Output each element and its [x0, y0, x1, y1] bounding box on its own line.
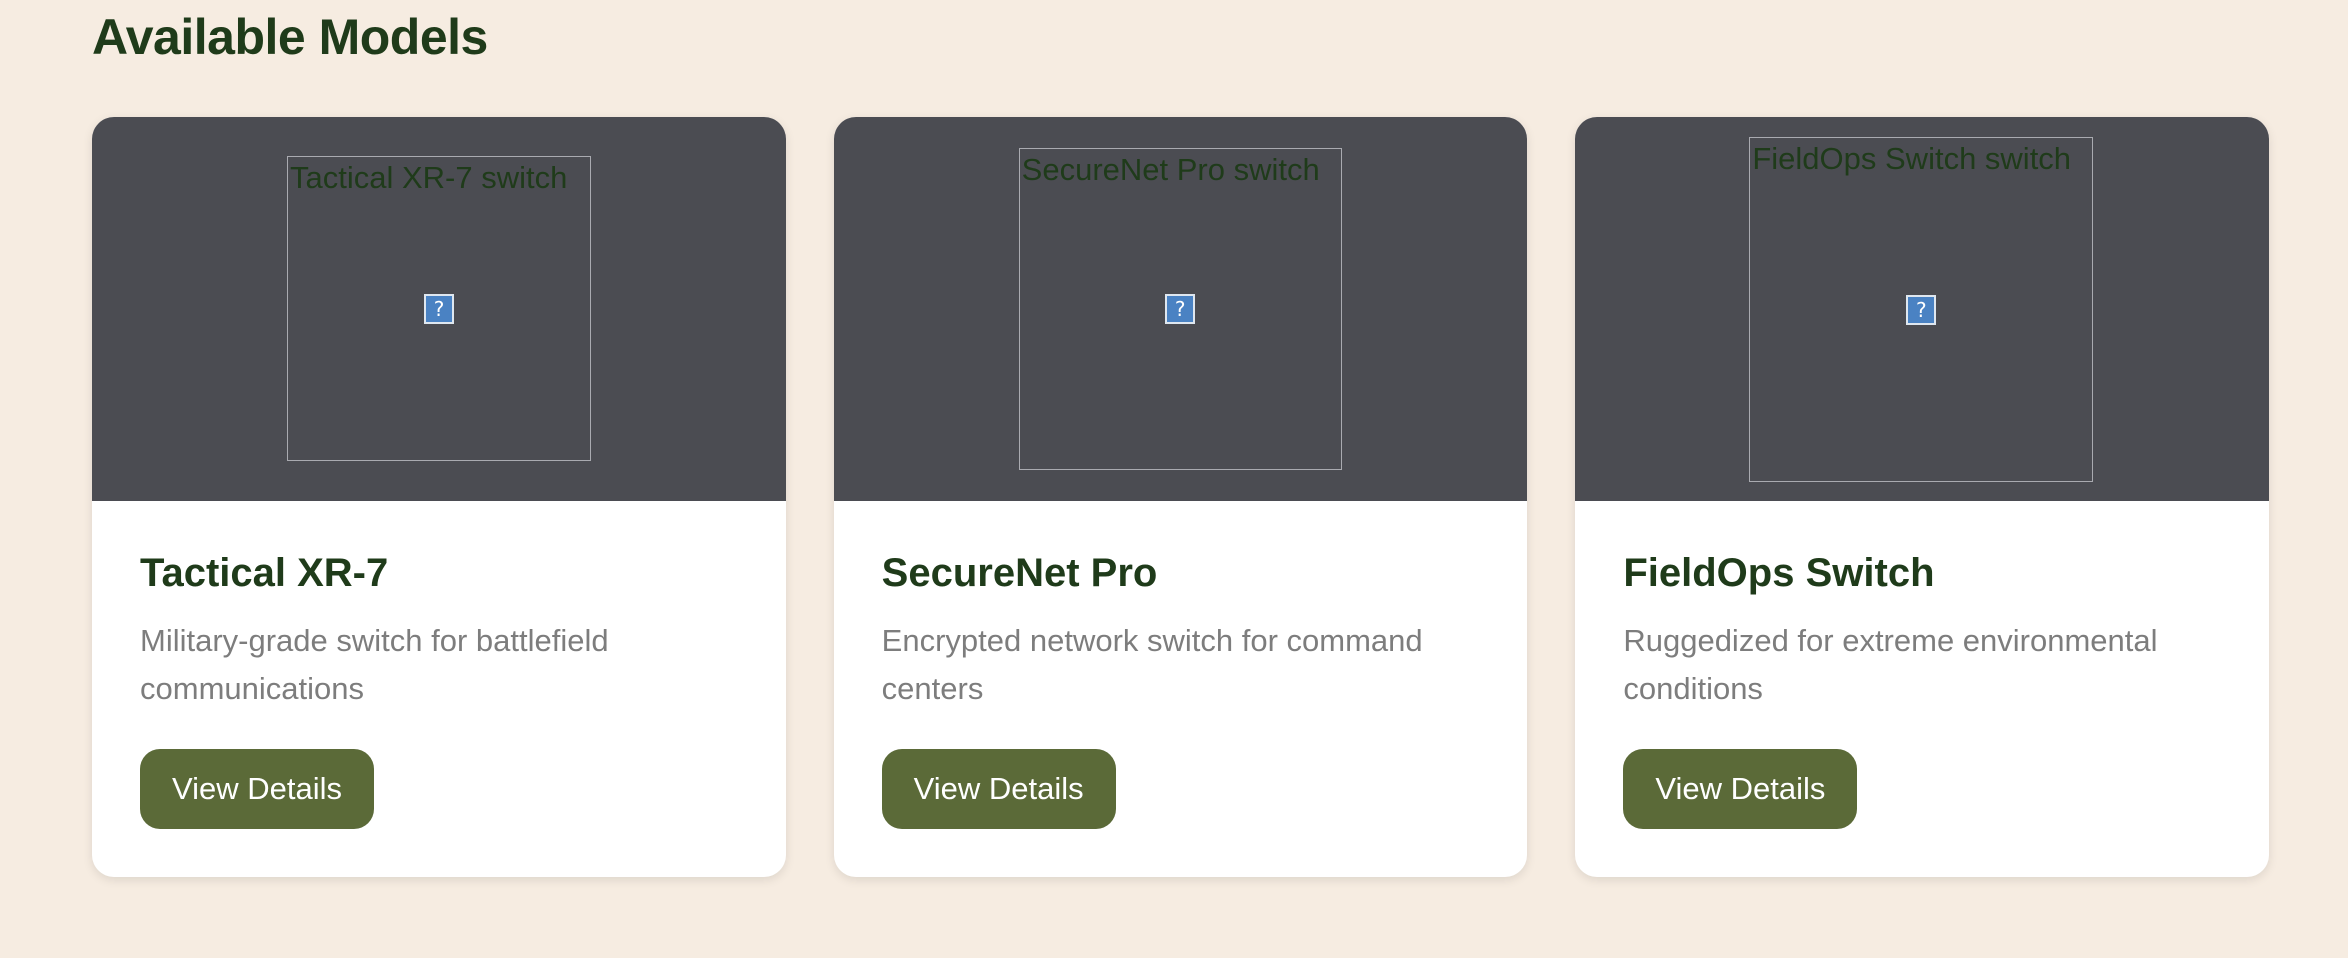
product-card: SecureNet Pro switch ? SecureNet Pro Enc…	[833, 117, 1528, 877]
product-image: Tactical XR-7 switch ?	[287, 156, 591, 461]
view-details-button[interactable]: View Details	[140, 749, 375, 829]
card-body: FieldOps Switch Ruggedized for extreme e…	[1575, 501, 2269, 829]
broken-image-icon: ?	[1906, 294, 1937, 325]
product-name: FieldOps Switch	[1623, 551, 1935, 595]
product-image: FieldOps Switch switch ?	[1749, 137, 2094, 482]
broken-image-icon: ?	[424, 293, 454, 324]
product-name: Tactical XR-7	[140, 551, 389, 595]
image-alt-text: Tactical XR-7 switch	[290, 160, 568, 195]
product-description: Encrypted network switch for command cen…	[881, 623, 1423, 706]
image-alt-text: SecureNet Pro switch	[1021, 152, 1320, 187]
product-grid: Tactical XR-7 switch ? Tactical XR-7 Mil…	[92, 117, 2270, 877]
product-image: SecureNet Pro switch ?	[1018, 148, 1342, 470]
page: Available Models Tactical XR-7 switch ? …	[0, 0, 2348, 958]
view-details-button[interactable]: View Details	[881, 749, 1116, 829]
card-body: Tactical XR-7 Military-grade switch for …	[92, 501, 786, 829]
product-card: FieldOps Switch switch ? FieldOps Switch…	[1575, 117, 2270, 877]
product-name: SecureNet Pro	[881, 551, 1158, 595]
product-image-area: SecureNet Pro switch ?	[833, 117, 1528, 501]
product-card: Tactical XR-7 switch ? Tactical XR-7 Mil…	[92, 117, 786, 877]
product-image-area: FieldOps Switch switch ?	[1575, 117, 2270, 501]
view-details-button[interactable]: View Details	[1623, 749, 1858, 829]
product-description: Ruggedized for extreme environmental con…	[1623, 623, 2158, 706]
broken-image-icon: ?	[1165, 294, 1196, 324]
card-body: SecureNet Pro Encrypted network switch f…	[834, 501, 1528, 829]
product-image-area: Tactical XR-7 switch ?	[92, 117, 786, 501]
section-title: Available Models	[92, 9, 488, 65]
product-description: Military-grade switch for battlefield co…	[140, 623, 609, 706]
image-alt-text: FieldOps Switch switch	[1752, 141, 2072, 176]
